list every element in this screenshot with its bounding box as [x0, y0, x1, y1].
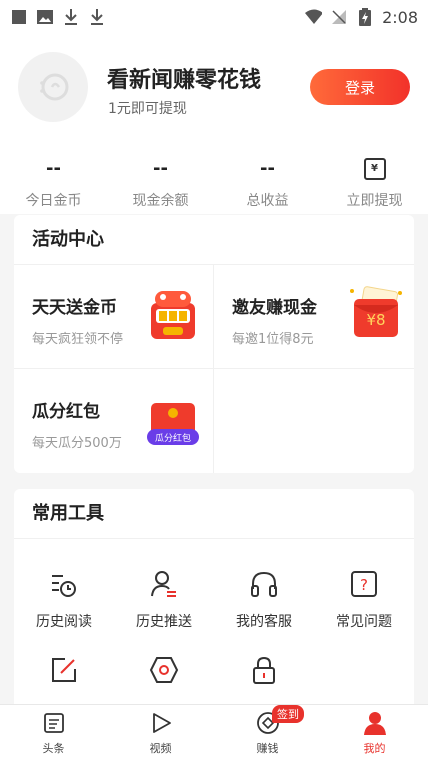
tool-label: 常见问题	[336, 614, 392, 630]
play-icon	[148, 710, 174, 736]
login-button[interactable]: 登录	[310, 69, 410, 105]
stats-bar: -- 今日金币 -- 现金余额 -- 总收益 ¥ 立即提现	[0, 144, 428, 214]
lock-icon	[249, 655, 279, 685]
tool-history-read[interactable]: 历史阅读	[14, 569, 114, 631]
history-read-icon	[49, 569, 79, 599]
history-push-icon	[149, 569, 179, 599]
checkin-badge: 签到	[272, 705, 304, 723]
withdraw-icon-wrap: ¥	[363, 158, 386, 180]
stat-value: --	[260, 158, 275, 179]
nav-mine[interactable]: 我的	[321, 705, 428, 761]
status-time: 2:08	[382, 7, 418, 27]
tool-history-push[interactable]: 历史推送	[114, 569, 214, 631]
nav-video[interactable]: 视频	[107, 705, 214, 761]
stat-value: --	[46, 158, 61, 179]
headset-icon	[249, 569, 279, 599]
avatar-placeholder-icon	[40, 73, 69, 101]
tool-edit[interactable]	[14, 655, 114, 685]
activity-empty-cell	[214, 369, 414, 473]
activity-daily-coins[interactable]: 天天送金币 每天疯狂领不停	[14, 265, 214, 369]
stop-icon	[10, 8, 28, 26]
wifi-icon	[304, 8, 323, 26]
nav-label: 赚钱	[256, 742, 279, 755]
activity-split-red-packet[interactable]: 瓜分红包 每天瓜分500万 瓜分红包	[14, 369, 214, 473]
nav-label: 我的	[363, 742, 386, 755]
tool-customer-service[interactable]: 我的客服	[214, 569, 314, 631]
stat-today-coins[interactable]: -- 今日金币	[0, 144, 107, 214]
no-signal-icon	[330, 8, 348, 26]
activity-invite-friends[interactable]: 邀友赚现金 每邀1位得8元 ¥8	[214, 265, 414, 369]
activity-center-title: 活动中心	[14, 215, 414, 265]
image-icon	[36, 8, 54, 26]
news-icon	[41, 710, 67, 736]
profile-header: 看新闻赚零花钱 1元即可提现 登录	[0, 34, 428, 144]
stat-cash-balance[interactable]: -- 现金余额	[107, 144, 214, 214]
tool-label: 历史推送	[136, 614, 192, 630]
tool-label: 我的客服	[236, 614, 292, 630]
tool-label: 历史阅读	[36, 614, 92, 630]
stat-total-earnings[interactable]: -- 总收益	[214, 144, 321, 214]
page-title: 看新闻赚零花钱	[107, 68, 262, 93]
stat-label: 总收益	[246, 193, 289, 209]
stat-label: 立即提现	[346, 193, 403, 209]
common-tools-title: 常用工具	[14, 489, 414, 539]
nav-label: 视频	[149, 742, 172, 755]
stat-label: 现金余额	[132, 193, 189, 209]
tool-faq[interactable]: ? 常见问题	[314, 569, 414, 631]
bottom-nav: 头条 视频 赚钱 签到 我的	[0, 704, 428, 761]
red-packet-icon: 瓜分红包	[147, 401, 199, 451]
question-icon: ?	[349, 569, 379, 599]
stat-withdraw[interactable]: ¥ 立即提现	[321, 144, 428, 214]
download-icon	[62, 8, 80, 26]
avatar[interactable]	[18, 52, 88, 122]
download-icon	[88, 8, 106, 26]
common-tools-card: 常用工具 历史阅读 历史推送 我的客服 ? 常见问题	[14, 489, 414, 709]
profile-icon	[362, 710, 388, 736]
tool-settings[interactable]	[114, 655, 214, 685]
question-mark-text: ?	[360, 576, 368, 594]
battery-charging-icon	[356, 8, 374, 26]
withdraw-icon: ¥	[363, 158, 386, 180]
red-envelope-icon: ¥8	[348, 285, 404, 345]
tool-privacy[interactable]	[214, 655, 314, 685]
stat-value: --	[153, 158, 168, 179]
red-envelope-text: ¥8	[366, 311, 385, 329]
settings-icon	[149, 655, 179, 685]
nav-headlines[interactable]: 头条	[0, 705, 107, 761]
status-bar: 2:08	[0, 0, 428, 34]
nav-earn[interactable]: 赚钱 签到	[214, 705, 321, 761]
status-bar-left	[10, 8, 106, 26]
page-subtitle: 1元即可提现	[108, 101, 187, 117]
nav-label: 头条	[42, 742, 65, 755]
stat-label: 今日金币	[25, 193, 82, 209]
activity-grid: 天天送金币 每天疯狂领不停 邀友赚现金 每邀1位得8元 ¥8 瓜分红包 每天瓜分…	[14, 265, 414, 473]
tools-grid: 历史阅读 历史推送 我的客服 ? 常见问题	[14, 539, 414, 685]
edit-icon	[49, 655, 79, 685]
activity-center-card: 活动中心 天天送金币 每天疯狂领不停 邀友赚现金 每邀1位得8元 ¥8 瓜分红包…	[14, 215, 414, 473]
status-bar-right: 2:08	[304, 8, 418, 27]
slot-machine-icon	[147, 291, 199, 345]
red-packet-text: 瓜分红包	[155, 432, 191, 444]
